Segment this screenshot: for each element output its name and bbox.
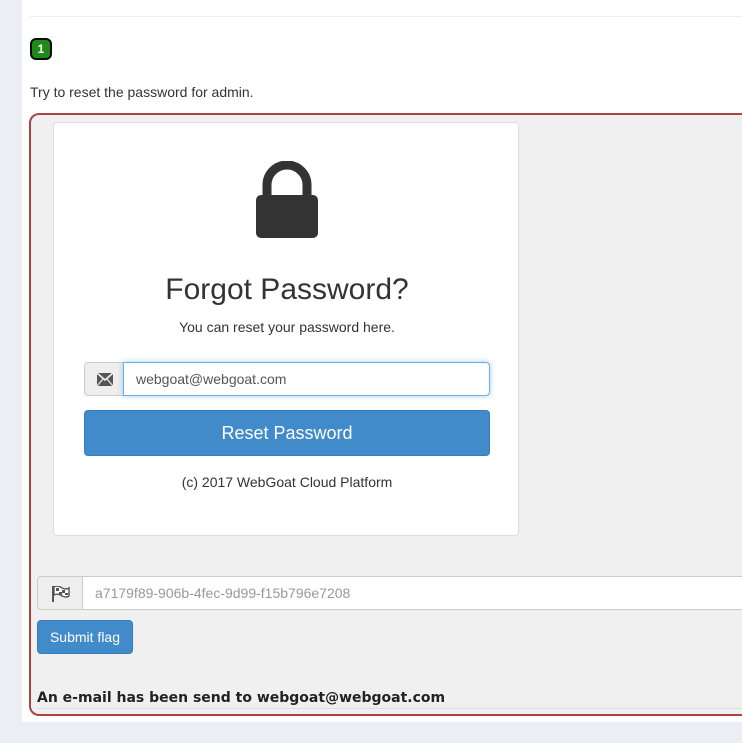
flag-input-group <box>37 576 742 610</box>
lesson-instruction: Try to reset the password for admin. <box>30 84 254 100</box>
divider <box>30 16 742 17</box>
email-field[interactable] <box>123 362 490 396</box>
copyright-text: (c) 2017 WebGoat Cloud Platform <box>181 474 393 490</box>
flag-input[interactable] <box>82 576 742 610</box>
email-addon <box>84 362 124 396</box>
feedback-message: An e-mail has been send to webgoat@webgo… <box>37 690 446 706</box>
submit-flag-button[interactable]: Submit flag <box>37 620 133 654</box>
flag-addon <box>37 576 83 610</box>
lock-icon <box>256 161 318 238</box>
lesson-step-badge[interactable]: 1 <box>30 38 52 60</box>
email-input-group <box>84 362 490 396</box>
page-title: Forgot Password? <box>165 273 409 306</box>
attack-container: Forgot Password? You can reset your pass… <box>29 113 742 716</box>
flag-icon <box>52 586 70 602</box>
page-subtitle: You can reset your password here. <box>179 319 395 335</box>
reset-password-button[interactable]: Reset Password <box>84 410 490 456</box>
divider <box>37 708 742 709</box>
forgot-password-card: Forgot Password? You can reset your pass… <box>53 122 519 536</box>
lesson-page: 1 Try to reset the password for admin. F… <box>22 0 742 722</box>
envelope-icon <box>97 373 113 386</box>
